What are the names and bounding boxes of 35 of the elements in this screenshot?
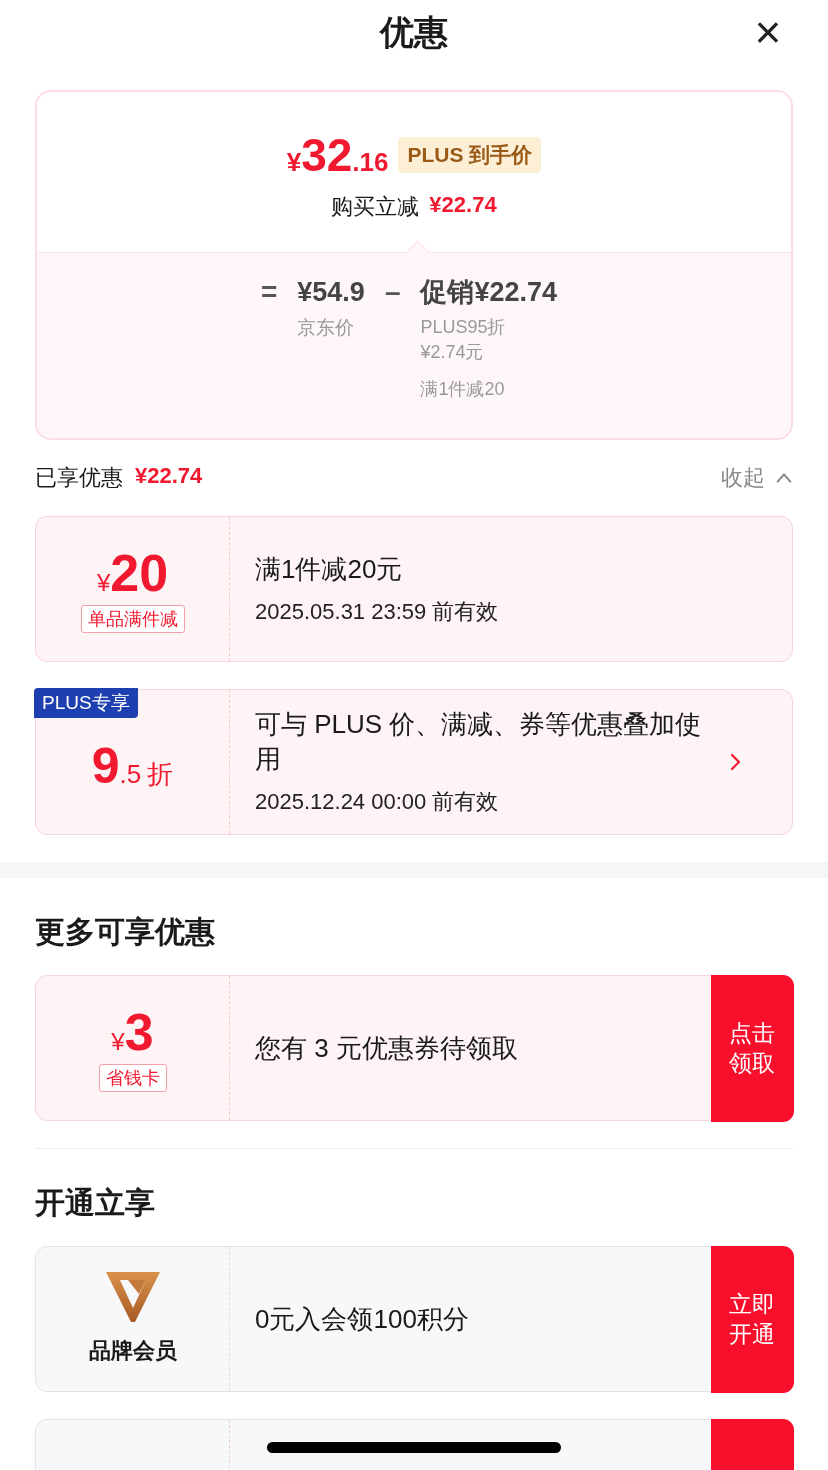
section-title: 开通立享 [35,1185,156,1221]
reduce-label: 购买立减 [331,193,420,221]
promo-detail: ¥2.74元 [420,341,485,364]
coupon-amount: ¥20 [96,545,169,601]
base-price: ¥54.9 [297,276,365,309]
brand-label: 品牌会员 [88,1337,177,1365]
coupon-type-tag: 省钱卡 [98,1064,167,1092]
applied-amount: ¥22.74 [135,463,203,490]
coupon-amount: ¥3 [111,1004,154,1060]
price-badge: PLUS 到手价 [398,137,542,173]
minus-sign: – [384,275,401,309]
close-button[interactable]: × [748,10,788,54]
promo-amount: 促销¥22.74 [420,276,558,309]
claim-button[interactable]: 点击领取 [710,974,794,1122]
validity-text: 2025.12.24 00:00 前有效 [255,788,500,816]
discount-value: 9.5 折 [91,737,174,795]
coupon-title: 0元入会领100积分 [255,1302,470,1336]
applied-label: 已享优惠 [35,464,123,492]
coupon-title: 可与 PLUS 价、满减、券等优惠叠加使用 [255,708,703,776]
final-price: ¥32.16 [286,130,389,180]
promo-detail: PLUS95折 [420,316,507,339]
coupon-title: 您有 3 元优惠券待领取 [255,1031,519,1065]
reduce-amount: ¥22.74 [429,192,497,219]
coupon-type-tag: 单品满件减 [80,605,185,633]
price-label: 京东价 [297,316,356,340]
equals-sign: = [260,275,278,309]
coupon-title: 满1件减20元 [255,552,404,586]
section-title: 更多可享优惠 [35,914,216,950]
sheet-title: 优惠 [380,12,448,53]
v-logo-icon [105,1272,160,1322]
claim-button[interactable]: 立即开通 [710,1245,794,1393]
validity-text: 2025.05.31 23:59 前有效 [255,597,500,626]
plus-badge: PLUS专享 [34,688,138,718]
collapse-link[interactable]: 收起 [721,463,793,493]
promo-detail: 满1件减20 [420,378,506,401]
